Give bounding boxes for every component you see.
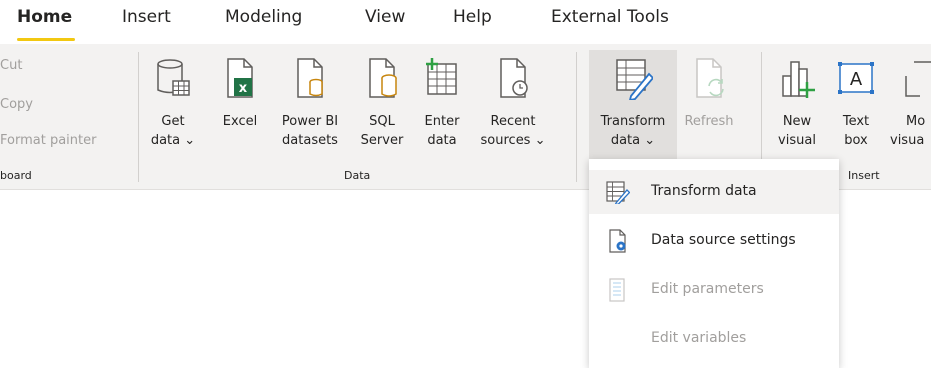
- menu-item-transform-data[interactable]: Transform data: [589, 170, 839, 214]
- menu-item-label: Transform data: [651, 183, 757, 199]
- tab-view[interactable]: View: [365, 7, 405, 27]
- recent-sources-icon: [500, 58, 528, 98]
- new-visual-icon: [782, 61, 815, 98]
- sql-server-button[interactable]: SQL Server: [356, 50, 408, 162]
- menu-item-data-source-settings[interactable]: Data source settings: [589, 219, 839, 263]
- enter-data-button[interactable]: Enter data: [421, 50, 463, 162]
- enter-data-icon: [426, 58, 457, 95]
- menu-item-label: Data source settings: [651, 232, 796, 248]
- refresh-icon: [696, 58, 724, 98]
- insert-group-label: Insert: [848, 169, 880, 182]
- new-visual-label: New visual: [778, 114, 816, 148]
- edit-parameters-icon: [609, 278, 625, 302]
- more-visuals-label: Mo visua: [890, 114, 926, 148]
- transform-data-label: Transform data ⌄: [600, 114, 666, 148]
- menu-item-edit-parameters[interactable]: Edit parameters: [589, 268, 839, 312]
- menu-item-edit-variables[interactable]: Edit variables: [589, 317, 839, 361]
- power-bi-datasets-button[interactable]: Power BI datasets: [278, 50, 342, 162]
- recent-sources-label: Recent sources ⌄: [480, 114, 546, 148]
- tab-external-tools[interactable]: External Tools: [551, 7, 669, 27]
- data-group-label: Data: [344, 169, 371, 182]
- power-bi-datasets-label: Power BI datasets: [281, 114, 339, 148]
- transform-data-button[interactable]: Transform data ⌄: [589, 50, 677, 159]
- clipboard-group-label: board: [0, 169, 32, 182]
- svg-text:A: A: [850, 69, 863, 90]
- transform-data-icon: [606, 181, 630, 204]
- power-bi-datasets-icon: [297, 58, 323, 98]
- sql-server-label: SQL Server: [360, 114, 404, 148]
- get-data-icon: [157, 59, 190, 96]
- cut-button[interactable]: Cut: [0, 58, 22, 73]
- tab-insert[interactable]: Insert: [122, 7, 171, 27]
- tab-home[interactable]: Home: [17, 7, 72, 27]
- get-data-button[interactable]: Get data ⌄: [150, 50, 196, 162]
- get-data-label: Get data ⌄: [150, 114, 196, 148]
- active-tab-indicator: [17, 38, 75, 41]
- new-visual-button[interactable]: New visual: [772, 50, 822, 162]
- menu-item-label: Edit variables: [651, 330, 747, 346]
- text-box-button[interactable]: A Text box: [834, 50, 878, 162]
- svg-text:x: x: [239, 81, 248, 96]
- recent-sources-button[interactable]: Recent sources ⌄: [477, 50, 549, 162]
- group-divider: [138, 52, 139, 182]
- refresh-button[interactable]: Refresh: [679, 50, 739, 162]
- copy-button[interactable]: Copy: [0, 97, 33, 112]
- excel-button[interactable]: x Excel: [217, 50, 263, 162]
- transform-data-menu: Transform data Data source settings Edit…: [589, 159, 839, 368]
- more-visuals-icon: [905, 61, 931, 97]
- excel-label: Excel: [222, 114, 258, 129]
- transform-data-icon: [616, 59, 653, 100]
- tab-help[interactable]: Help: [453, 7, 492, 27]
- tab-modeling[interactable]: Modeling: [225, 7, 302, 27]
- ribbon-tab-bar: Home Insert Modeling View Help External …: [0, 0, 931, 44]
- more-visuals-button[interactable]: Mo visua: [886, 50, 931, 162]
- data-source-settings-icon: [609, 229, 626, 253]
- text-box-icon: A: [838, 62, 874, 94]
- menu-item-label: Edit parameters: [651, 281, 764, 297]
- sql-server-icon: [369, 58, 397, 98]
- text-box-label: Text box: [842, 114, 870, 148]
- refresh-label: Refresh: [684, 114, 734, 129]
- group-divider: [576, 52, 577, 182]
- excel-icon: x: [227, 58, 253, 98]
- enter-data-label: Enter data: [424, 114, 460, 148]
- format-painter-button[interactable]: Format painter: [0, 133, 96, 148]
